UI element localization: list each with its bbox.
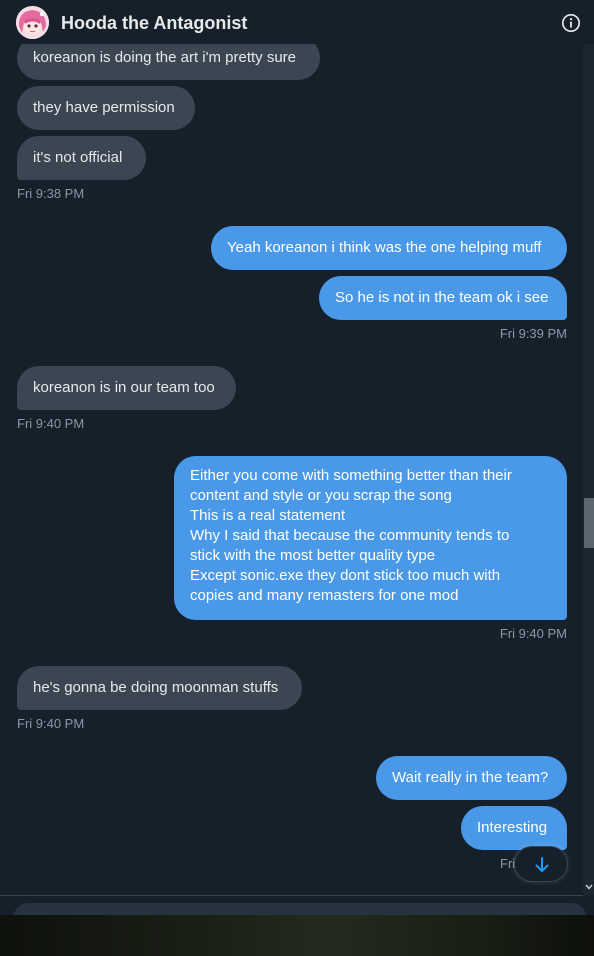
message-text: Interesting [477,819,548,836]
arrow-down-icon [535,857,549,872]
conversation-header: Hooda the Antagonist [0,0,594,44]
message-line: stick with the most better quality type [190,547,436,564]
message-line: This is a real statement [190,507,346,524]
dm-window: Hooda the Antagonist koreanon is doing t… [0,0,594,915]
message-bubble-outgoing[interactable]: Either you come with something better th… [174,456,567,620]
message-line: copies and many remasters for one mod [190,587,459,604]
scrollbar-track[interactable] [583,44,594,895]
message-bubble-incoming[interactable]: it's not official [17,136,146,180]
chevron-down-icon [585,884,593,890]
message-line: Either you come with something better th… [190,467,512,484]
message-timestamp: Fri 9:40 PM [499,626,567,641]
info-circle-icon [561,13,581,33]
message-bubble-outgoing[interactable]: Wait really in the team? [376,756,567,800]
conversation-title: Hooda the Antagonist [61,13,248,33]
message-text: they have permission [33,99,175,116]
message-bubble-incoming[interactable]: they have permission [17,86,195,130]
message-list: koreanon is doing the art i'm pretty sur… [0,44,594,895]
background-strip [0,915,594,956]
scrollbar-thumb[interactable] [584,498,594,548]
message-bubble-outgoing[interactable]: Yeah koreanon i think was the one helpin… [211,226,567,270]
message-timestamp: Fri [500,856,516,871]
message-timestamp: Fri 9:40 PM [17,716,85,731]
anime-avatar-icon [16,6,49,39]
message-text: Wait really in the team? [392,769,549,786]
message-bubble-outgoing[interactable]: So he is not in the team ok i see [319,276,567,320]
avatar[interactable] [16,6,49,39]
composer-divider [0,895,583,896]
message-timestamp: Fri 9:38 PM [17,186,85,201]
message-bubble-incoming[interactable]: he's gonna be doing moonman stuffs [17,666,302,710]
message-text: koreanon is in our team too [33,379,215,396]
message-timestamp: Fri 9:39 PM [499,326,567,341]
message-bubble-incoming[interactable]: koreanon is in our team too [17,366,236,410]
message-text: he's gonna be doing moonman stuffs [33,679,279,696]
message-text: koreanon is doing the art i'm pretty sur… [33,49,296,66]
message-bubble-incoming[interactable]: koreanon is doing the art i'm pretty sur… [17,44,320,80]
message-line: Why I said that because the community te… [190,527,510,544]
message-composer[interactable] [13,903,587,915]
scrollbar-down-arrow[interactable] [584,880,594,892]
message-bubble-outgoing[interactable]: Interesting [461,806,567,850]
message-text: So he is not in the team ok i see [335,289,549,306]
message-text: it's not official [33,149,123,166]
message-line: Except sonic.exe they dont stick too muc… [190,567,501,584]
conversation-info-button[interactable] [561,13,581,33]
message-timestamp: Fri 9:40 PM [17,416,85,431]
scroll-to-bottom-button[interactable] [514,846,568,882]
message-line: content and style or you scrap the song [190,487,452,504]
message-text: Yeah koreanon i think was the one helpin… [227,239,542,256]
